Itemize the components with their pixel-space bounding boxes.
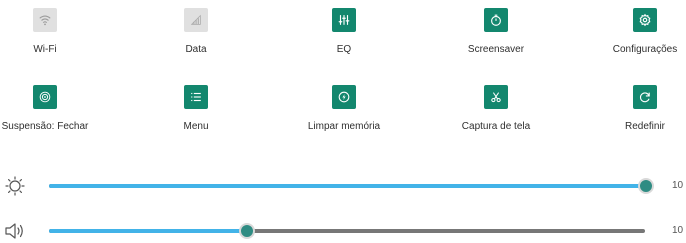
brightness-thumb[interactable] — [638, 178, 654, 194]
eq-button[interactable] — [332, 8, 356, 32]
wifi-icon — [39, 15, 51, 26]
brightness-icon — [5, 176, 25, 196]
wifi-label: Wi-Fi — [33, 44, 57, 55]
data-label: Data — [185, 44, 207, 55]
tile-menu[interactable]: Menu — [141, 85, 251, 133]
menu-button[interactable] — [184, 85, 208, 109]
clear-memory-label: Limpar memória — [307, 121, 381, 132]
sleep-button[interactable] — [33, 85, 57, 109]
data-button[interactable] — [184, 8, 208, 32]
tile-clear-memory[interactable]: Limpar memória — [289, 85, 399, 133]
tile-eq[interactable]: EQ — [289, 8, 399, 56]
brightness-slider[interactable] — [49, 178, 654, 194]
clear-memory-button[interactable] — [332, 85, 356, 109]
settings-label: Configurações — [612, 44, 678, 55]
brightness-row: 10 — [0, 174, 686, 198]
timer-icon — [491, 14, 501, 26]
reset-label: Redefinir — [624, 121, 666, 132]
scissors-icon — [491, 92, 501, 103]
menu-icon — [191, 92, 201, 102]
brightness-fill — [49, 184, 645, 188]
screensaver-label: Screensaver — [467, 44, 525, 55]
reset-button[interactable] — [633, 85, 657, 109]
volume-row: 10 — [0, 219, 686, 243]
sleep-label: Suspensão: Fechar — [1, 121, 89, 132]
settings-button[interactable] — [633, 8, 657, 32]
tile-screenshot[interactable]: Captura de tela — [441, 85, 551, 133]
brightness-value: 10 — [672, 180, 684, 191]
tile-reset[interactable]: Redefinir — [590, 85, 686, 133]
equalizer-icon — [338, 15, 350, 25]
menu-label: Menu — [183, 121, 209, 132]
eq-label: EQ — [336, 44, 352, 55]
screenshot-label: Captura de tela — [461, 121, 531, 132]
screenshot-button[interactable] — [484, 85, 508, 109]
screensaver-button[interactable] — [484, 8, 508, 32]
volume-icon — [5, 223, 23, 239]
volume-thumb[interactable] — [238, 223, 255, 239]
mobile-data-icon — [190, 14, 201, 25]
reset-icon — [639, 92, 650, 103]
wifi-button[interactable] — [33, 8, 57, 32]
volume-value: 10 — [672, 225, 684, 236]
gear-icon — [639, 13, 651, 27]
tile-settings[interactable]: Configurações — [590, 8, 686, 56]
tile-wifi[interactable]: Wi-Fi — [0, 8, 100, 56]
tile-sleep[interactable]: Suspensão: Fechar — [0, 85, 100, 133]
tile-data[interactable]: Data — [141, 8, 251, 56]
clear-memory-icon — [338, 91, 350, 103]
volume-fill — [49, 229, 246, 233]
sleep-icon — [39, 91, 51, 103]
volume-slider[interactable] — [49, 223, 645, 239]
tile-screensaver[interactable]: Screensaver — [441, 8, 551, 56]
